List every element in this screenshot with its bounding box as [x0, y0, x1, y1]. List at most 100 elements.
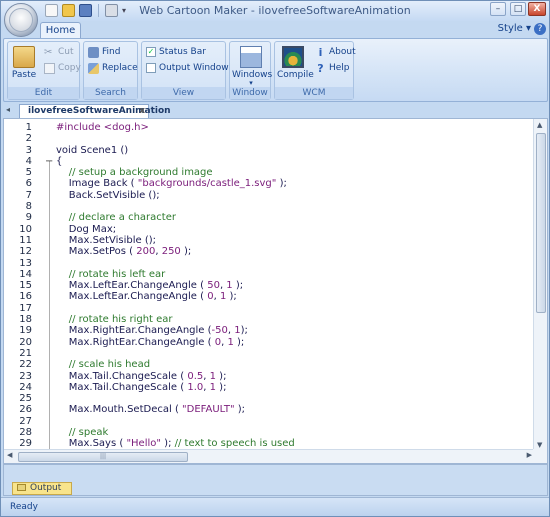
line-number: 15 [19, 280, 32, 292]
line-number: 5 [25, 167, 32, 179]
ribbon: Paste ✂ Cut Copy Edit Find Replace Searc… [3, 38, 548, 102]
code-text: { [56, 155, 63, 167]
about-button[interactable]: i About [315, 45, 356, 59]
output-icon [17, 484, 26, 491]
cut-button[interactable]: ✂ Cut [44, 45, 74, 59]
scrollbar-corner [533, 449, 547, 463]
code-text: // declare a character [68, 212, 176, 224]
line-number: 1 [25, 122, 32, 133]
paste-icon [13, 46, 35, 68]
cut-label: Cut [58, 47, 74, 57]
scroll-grip-icon: ||| [99, 453, 107, 460]
tab-scroll-left-icon[interactable]: ◂ [6, 105, 10, 114]
search-group: Find Replace Search [83, 41, 138, 100]
replace-icon [88, 62, 99, 74]
line-number: 23 [19, 370, 32, 382]
scissors-icon: ✂ [44, 46, 53, 58]
replace-label: Replace [102, 63, 138, 73]
vertical-scrollbar[interactable]: ▲ ▼ [533, 119, 547, 451]
output-window-check-box [146, 63, 156, 73]
compile-button[interactable]: Compile [277, 44, 314, 80]
line-number: 7 [25, 189, 32, 201]
scroll-down-icon[interactable]: ▼ [537, 441, 542, 449]
status-text: Ready [10, 502, 38, 512]
code-text: void Scene1 () [56, 144, 129, 156]
paste-button[interactable]: Paste [11, 44, 37, 80]
close-button[interactable]: X [528, 2, 546, 16]
line-number: 20 [19, 336, 32, 348]
maximize-icon: □ [513, 4, 523, 14]
code-editor[interactable]: 1 #include <dog.h> 2 3 void Scene1 () 4 −{5 //… [3, 118, 548, 464]
line-number: 14 [19, 268, 32, 280]
search-group-label: Search [84, 87, 137, 99]
window-group-label: Window [230, 87, 270, 99]
output-panel: Output [3, 464, 548, 496]
code-text: Max.Tail.ChangeScale ( 0.5, 1 ); [56, 370, 227, 382]
paste-label: Paste [11, 70, 37, 80]
code-text: Max.LeftEar.ChangeAngle ( 50, 1 ); [56, 280, 244, 292]
compile-label: Compile [277, 70, 314, 80]
code-text: Max.LeftEar.ChangeAngle ( 0, 1 ); [56, 291, 237, 303]
style-menu[interactable]: Style ▾ [498, 23, 531, 34]
copy-button[interactable]: Copy [44, 61, 81, 75]
line-number: 6 [25, 178, 32, 190]
line-number: 13 [19, 257, 32, 269]
status-bar-label: Status Bar [159, 47, 206, 57]
help-icon[interactable]: ? [534, 23, 546, 35]
maximize-button[interactable]: □ [510, 2, 526, 16]
replace-button[interactable]: Replace [88, 61, 138, 75]
line-number: 9 [25, 212, 32, 224]
edit-group: Paste ✂ Cut Copy Edit [7, 41, 81, 100]
code-text: Max.Says ( "Hello" ); // text to speech … [56, 438, 295, 450]
binoculars-icon [88, 46, 99, 58]
vertical-scroll-thumb[interactable] [536, 133, 546, 313]
view-group: ✓ Status Bar Output Window View [141, 41, 229, 100]
code-text: // rotate his right ear [68, 314, 173, 326]
windows-button[interactable]: Windows ▾ [232, 44, 272, 87]
windows-icon [240, 46, 262, 68]
wcm-group: Compile i About ? Help WCM [274, 41, 356, 100]
code-text: #include <dog.h> [56, 122, 149, 133]
close-tab-icon[interactable]: x [139, 105, 145, 118]
document-tab-strip: ◂ ilovefreeSoftwareAnimation x [3, 103, 548, 119]
line-number: 22 [19, 359, 32, 371]
app-logo-icon [9, 8, 33, 32]
status-bar-checkbox[interactable]: ✓ Status Bar [146, 45, 206, 59]
edit-group-label: Edit [8, 87, 79, 99]
horizontal-scrollbar[interactable]: ◀ ||| ▶ [4, 449, 535, 463]
output-tab[interactable]: Output [12, 482, 72, 495]
view-group-label: View [142, 87, 225, 99]
copy-label: Copy [58, 63, 81, 73]
document-tab[interactable]: ilovefreeSoftwareAnimation x [19, 104, 171, 119]
info-icon: i [318, 45, 323, 59]
document-tab-label: ilovefreeSoftwareAnimation [28, 106, 171, 116]
fold-toggle-icon[interactable]: − [45, 156, 54, 167]
code-text: // scale his head [68, 359, 151, 371]
compile-monitor-icon [282, 46, 304, 68]
code-text: // speak [68, 427, 109, 439]
line-number: 21 [19, 347, 32, 359]
style-menu-label: Style [497, 23, 523, 34]
output-window-label: Output Window [159, 63, 229, 73]
find-button[interactable]: Find [88, 45, 120, 59]
code-text: Max.Tail.ChangeScale ( 1.0, 1 ); [56, 381, 227, 393]
line-number: 10 [19, 223, 32, 235]
scroll-up-icon[interactable]: ▲ [537, 121, 542, 129]
scroll-right-icon[interactable]: ▶ [527, 451, 532, 459]
minimize-button[interactable]: – [490, 2, 506, 16]
about-label: About [329, 47, 356, 57]
help-label: Help [329, 63, 350, 73]
scroll-left-icon[interactable]: ◀ [7, 451, 12, 459]
horizontal-scroll-thumb[interactable]: ||| [18, 452, 188, 462]
output-window-checkbox[interactable]: Output Window [146, 61, 229, 75]
code-text: Max.RightEar.ChangeAngle ( 0, 1 ); [56, 336, 245, 348]
question-icon: ? [317, 61, 324, 75]
windows-dropdown-icon: ▾ [249, 79, 253, 87]
application-menu-button[interactable] [4, 3, 38, 37]
window-title: Web Cartoon Maker - ilovefreeSoftwareAni… [139, 4, 411, 17]
code-text: Image Back ( "backgrounds/castle_1.svg" … [56, 178, 287, 190]
tab-home[interactable]: Home [40, 22, 81, 39]
code-text: Back.SetVisible (); [56, 189, 160, 201]
minimize-icon: – [495, 4, 501, 14]
help-button[interactable]: ? Help [315, 61, 350, 75]
